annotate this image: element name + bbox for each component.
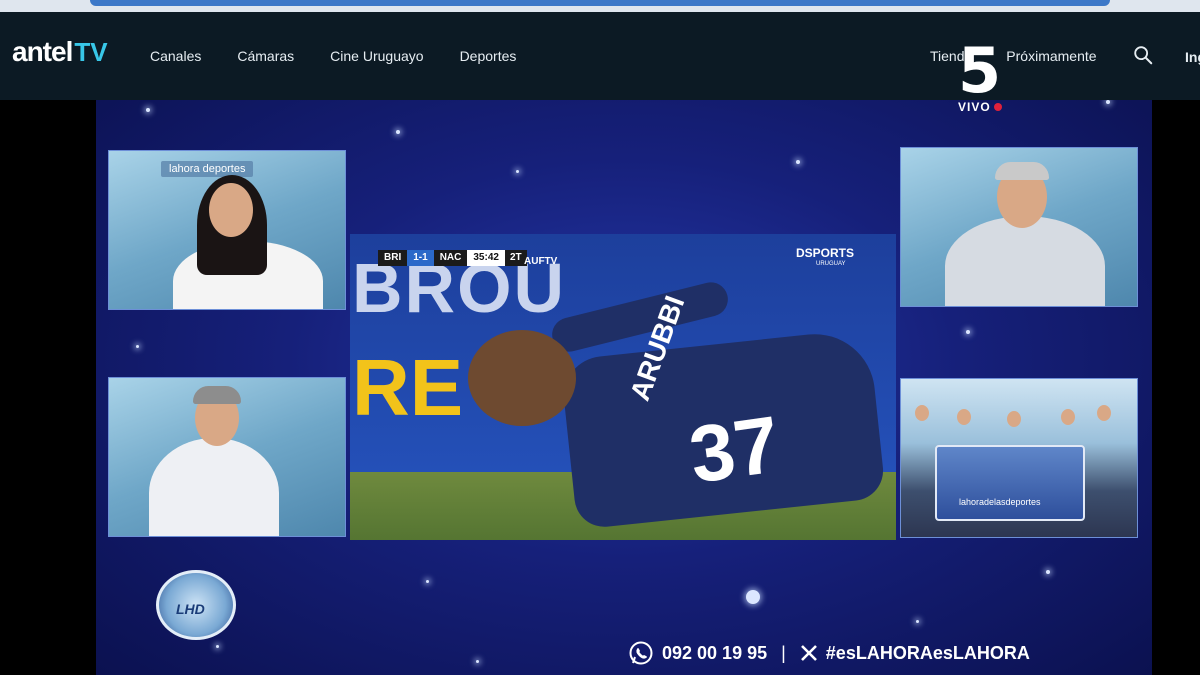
browser-top-strip [0,0,1200,12]
panelist-head [1007,411,1021,427]
match-video-feed: BROU RE 37 ARUBBI BRI 1-1 NAC 35:42 2T A… [350,234,896,540]
nav-link-deportes[interactable]: Deportes [460,48,517,64]
nav-link-proximamente[interactable]: Próximamente [1006,48,1096,64]
match-scoreboard: BRI 1-1 NAC 35:42 2T [378,250,527,266]
contact-phone: 092 00 19 95 [662,642,768,663]
contact-hashtag: #esLAHORAesLAHORA [825,642,1030,663]
search-icon[interactable] [1132,44,1154,66]
star-decoration [426,580,429,583]
panel-studio-wide-shot: lahoradelasdeportes [900,378,1138,538]
lhd-badge-text: LHD [176,601,205,617]
star-decoration [146,108,150,112]
panel-guest-bottom-left [108,377,346,537]
scoreboard-home-team: BRI [378,250,408,266]
panelist-head [1061,409,1075,425]
star-decoration [396,130,400,134]
guest-hair [193,386,241,404]
lhd-program-badge: LHD [156,570,236,640]
star-decoration [516,170,519,173]
top-navigation-bar: antel TV Canales Cámaras Cine Uruguayo D… [0,12,1200,100]
channel-5-live-bug: 5 VIVO [958,34,1002,114]
studio-desk: lahoradelasdeportes [935,445,1085,521]
presenter-face [209,183,253,237]
panelist-head [915,405,929,421]
dsports-logo: DSPORTS [796,246,855,260]
dsports-subtitle: URUGUAY [816,261,846,267]
panel-program-tag: lahora deportes [161,161,254,177]
player-head [468,330,576,426]
guest-figure [149,438,279,536]
contact-separator: | [781,642,786,663]
scoreboard-clock: 35:42 [467,250,505,266]
nav-link-cine-uruguayo[interactable]: Cine Uruguayo [330,48,423,64]
scoreboard-score: 1-1 [407,250,434,266]
antel-tv-logo[interactable]: antel TV [12,36,108,72]
panel-guest-top-right [900,147,1138,307]
live-label: VIVO [958,100,991,114]
star-decoration [796,160,800,164]
nav-left-links: Canales Cámaras Cine Uruguayo Deportes [150,48,552,64]
panel-presenter-top-left: lahora deportes [108,150,346,310]
video-player[interactable]: lahora deportes BROU RE 37 ARUBBI BRI 1-… [96,100,1152,675]
star-decoration [216,645,219,648]
logo-brand: antel [12,36,73,67]
advert-text-yellow: RE [352,343,464,432]
jersey-number: 37 [684,399,785,500]
star-decoration [1106,100,1110,104]
panelist-head [957,409,971,425]
nav-link-canales[interactable]: Canales [150,48,201,64]
star-decoration [1046,570,1050,574]
star-decoration [746,590,760,604]
contact-line: 092 00 19 95 | #esLAHORAesLAHORA [628,640,1030,666]
guest-hair [995,162,1049,180]
logo-tv: TV [74,37,108,67]
auf-tv-logo: AUFTV [524,256,558,267]
scoreboard-away-team: NAC [433,250,468,266]
desk-program-tag: lahoradelasdeportes [959,497,1041,507]
star-decoration [916,620,919,623]
guest-figure [945,216,1105,306]
language-link[interactable]: Ing [1185,49,1200,65]
panelist-head [1097,405,1111,421]
star-decoration [966,330,970,334]
x-twitter-icon [800,645,817,661]
whatsapp-icon [629,641,653,665]
live-dot-icon [993,103,1002,111]
channel-number: 5 [958,34,1002,107]
star-decoration [136,345,139,348]
browser-tab-indicator [90,0,1110,6]
star-decoration [476,660,479,663]
nav-link-camaras[interactable]: Cámaras [237,48,294,64]
